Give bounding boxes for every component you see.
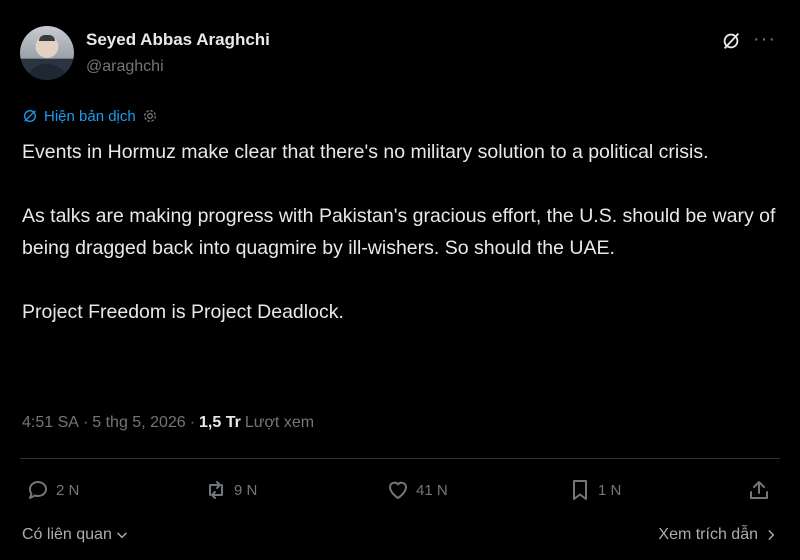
tweet-text: Events in Hormuz make clear that there's… xyxy=(22,136,782,360)
chevron-down-icon xyxy=(117,532,127,539)
related-posts-label: Có liên quan xyxy=(22,526,112,543)
tweet-footer: Có liên quan Xem trích dẫn xyxy=(20,522,780,550)
bookmark-button[interactable]: 1 N xyxy=(568,478,621,502)
bookmark-icon xyxy=(573,480,587,500)
more-options-icon[interactable]: ··· xyxy=(753,28,776,51)
view-count-label: Lượt xem xyxy=(244,414,315,431)
bookmark-count: 1 N xyxy=(598,481,622,499)
repost-icon xyxy=(209,481,223,499)
meta-separator: · xyxy=(189,414,196,431)
show-translation-label: Hiện bản dịch xyxy=(44,107,136,125)
action-bar: 2 N 9 N 41 N 1 N xyxy=(20,478,780,508)
tweet-date[interactable]: 5 thg 5, 2026 xyxy=(92,414,185,432)
like-count: 41 N xyxy=(416,481,448,499)
tweet-paragraph: Project Freedom is Project Deadlock. xyxy=(22,301,344,323)
avatar-suit xyxy=(29,64,65,80)
reply-button[interactable]: 2 N xyxy=(26,478,79,502)
reply-count: 2 N xyxy=(56,481,80,499)
grok-icon[interactable] xyxy=(720,30,742,52)
author-handle[interactable]: @araghchi xyxy=(86,58,164,76)
view-quotes-link[interactable]: Xem trích dẫn xyxy=(658,526,778,544)
tweet-time[interactable]: 4:51 SA xyxy=(22,414,79,432)
author-name[interactable]: Seyed Abbas Araghchi xyxy=(86,30,270,50)
repost-count: 9 N xyxy=(234,481,258,499)
settings-gear-icon[interactable] xyxy=(142,108,158,124)
meta-separator: · xyxy=(82,414,89,431)
related-posts-toggle[interactable]: Có liên quan xyxy=(22,526,129,544)
show-translation-link[interactable]: Hiện bản dịch xyxy=(22,106,164,126)
avatar[interactable] xyxy=(20,26,74,80)
like-button[interactable]: 41 N xyxy=(386,478,448,502)
share-button[interactable] xyxy=(747,478,771,502)
heart-icon xyxy=(389,481,407,499)
tweet-paragraph: As talks are making progress with Pakist… xyxy=(22,205,776,259)
divider xyxy=(20,458,780,459)
tweet-header: Seyed Abbas Araghchi @araghchi ··· xyxy=(20,24,780,84)
reply-icon xyxy=(29,481,47,499)
tweet-paragraph: Events in Hormuz make clear that there's… xyxy=(22,141,709,163)
repost-button[interactable]: 9 N xyxy=(204,478,257,502)
view-quotes-label: Xem trích dẫn xyxy=(658,526,758,543)
share-icon xyxy=(750,481,768,499)
tweet-meta: 4:51 SA · 5 thg 5, 2026 · 1,5 Tr Lượt xe… xyxy=(22,414,314,432)
avatar-hair xyxy=(39,35,55,41)
translate-icon xyxy=(24,110,36,122)
view-count: 1,5 Tr xyxy=(199,414,241,431)
chevron-right-icon xyxy=(768,530,775,540)
